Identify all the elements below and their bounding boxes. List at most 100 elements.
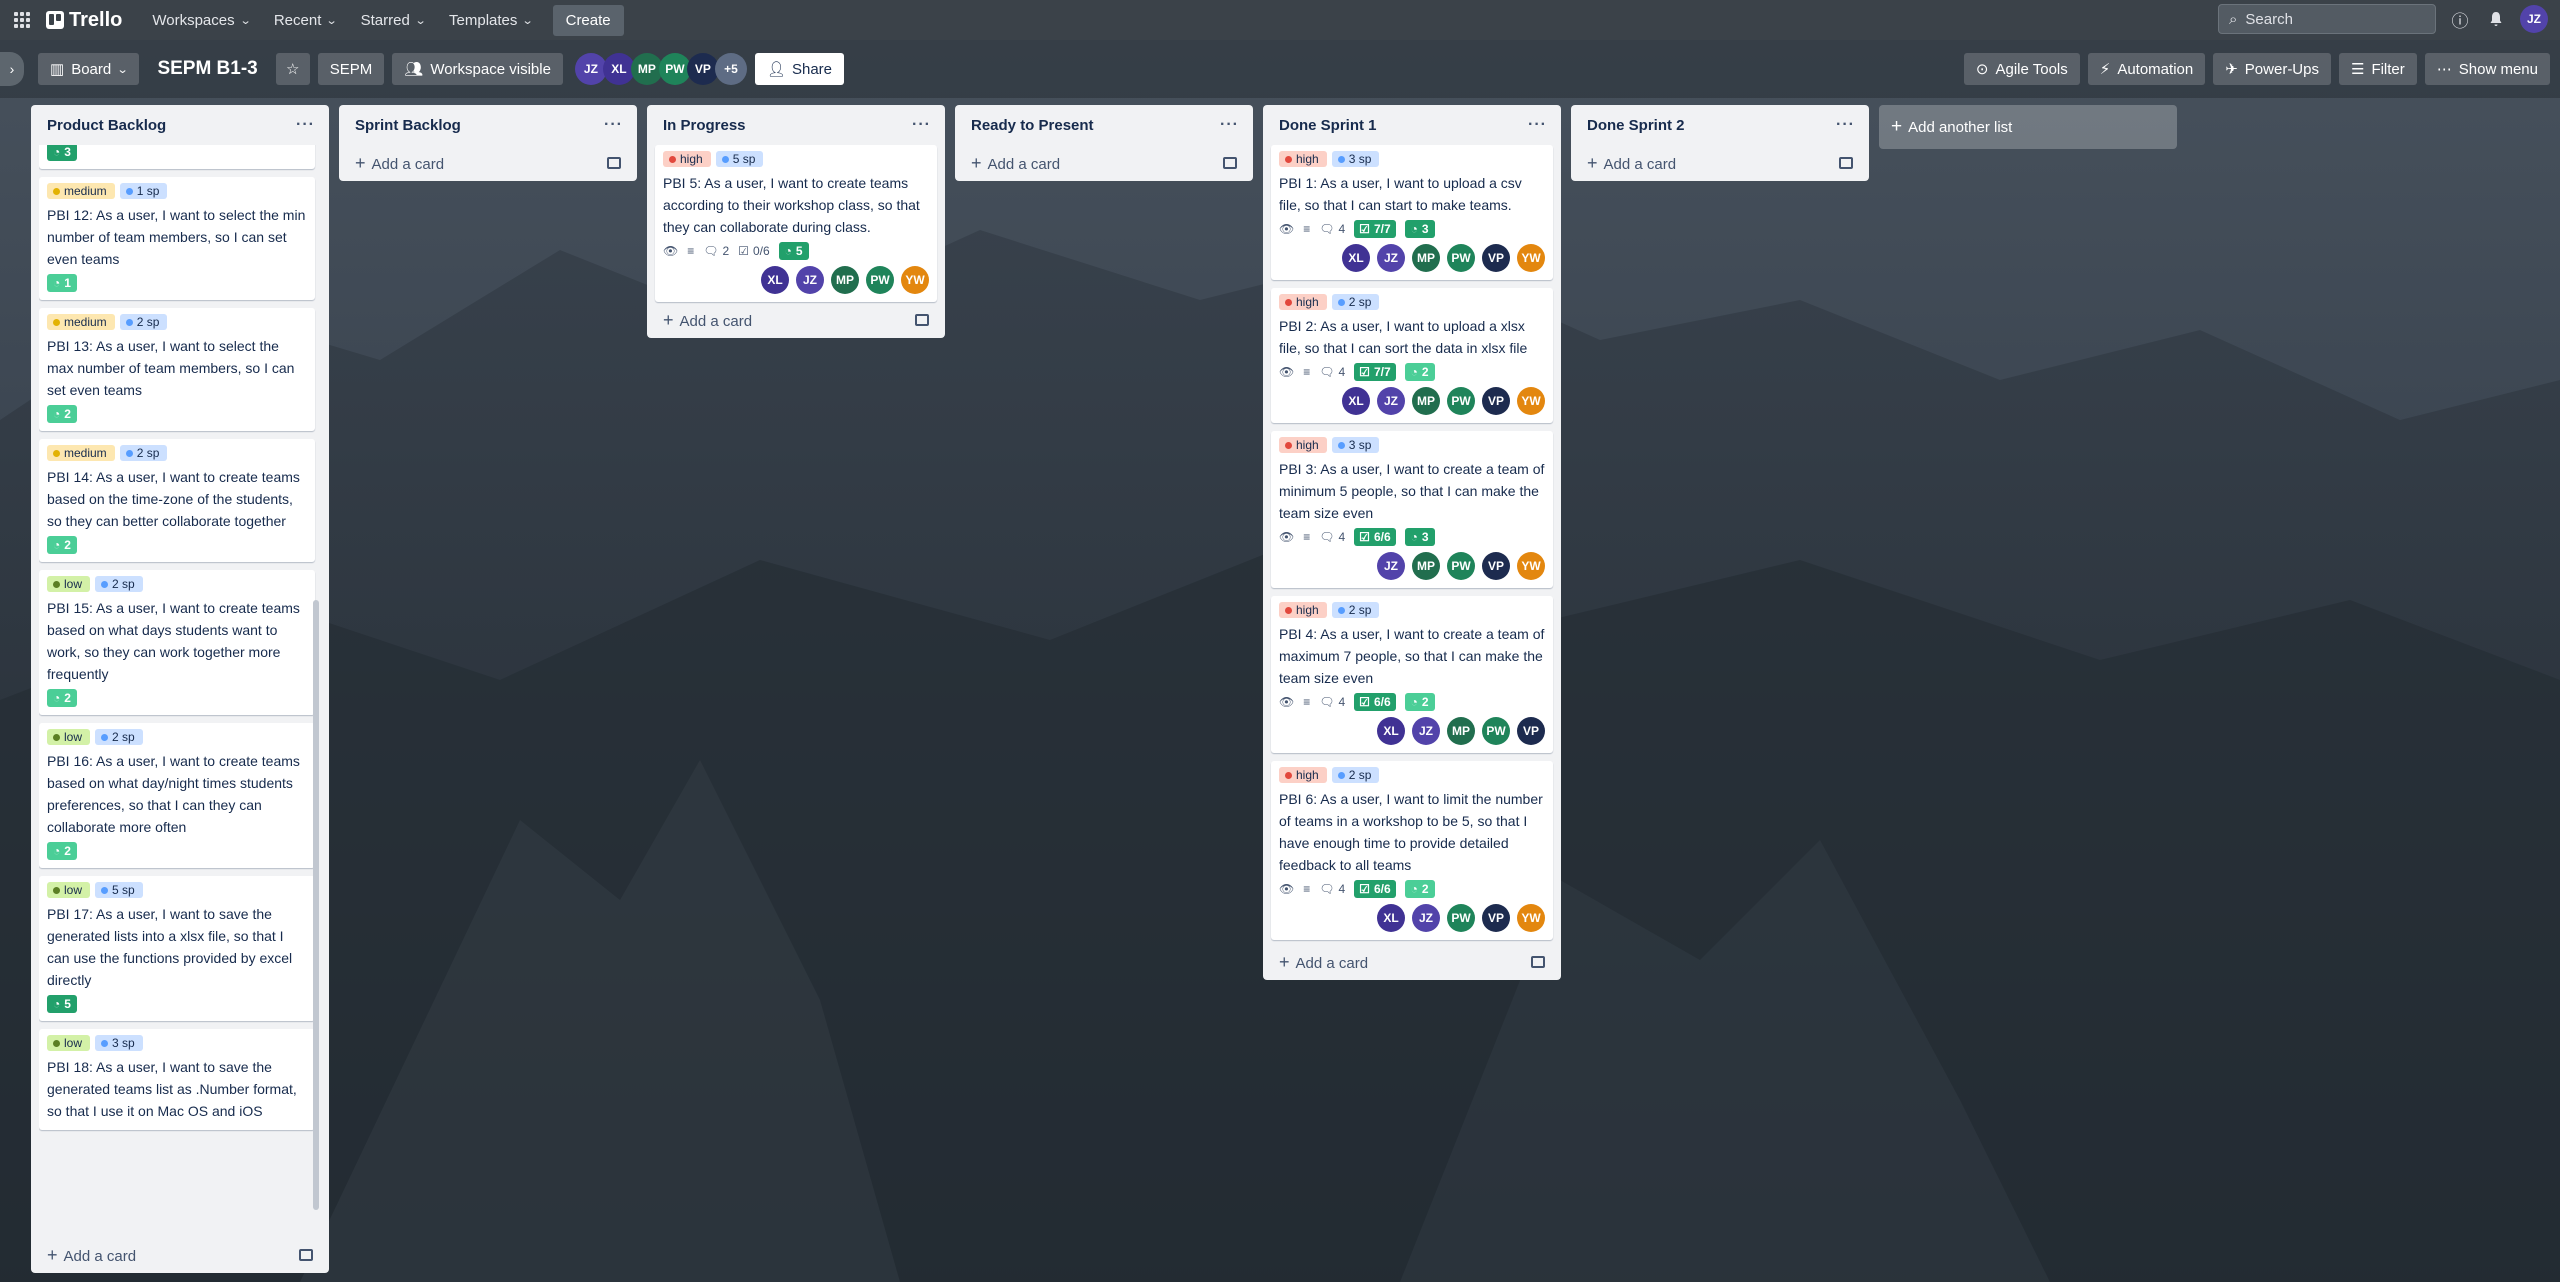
card-pbi-12[interactable]: medium 1 sp PBI 12: As a user, I want to… (39, 177, 315, 300)
member-avatar[interactable]: XL (1377, 717, 1405, 745)
member-avatar[interactable]: MP (1412, 387, 1440, 415)
add-card-button[interactable]: + Add a card (963, 145, 1245, 181)
list-menu-ellipsis-icon[interactable]: ··· (1220, 116, 1239, 134)
story-point-label[interactable]: 2 sp (119, 314, 168, 330)
powerups-button[interactable]: ✈︎ Power-Ups (2213, 53, 2331, 85)
visibility-button[interactable]: 👥︎ Workspace visible (392, 53, 563, 85)
recent-menu[interactable]: Recent ⌄ (262, 5, 349, 36)
card-template-icon[interactable] (915, 314, 929, 326)
add-card-button[interactable]: + Add a card (655, 302, 937, 338)
story-point-label[interactable]: 3 sp (1331, 151, 1380, 167)
member-avatar[interactable]: MP (1412, 552, 1440, 580)
story-point-label[interactable]: 2 sp (1331, 767, 1380, 783)
story-point-label[interactable]: 2 sp (95, 729, 143, 745)
trello-logo[interactable]: Trello (40, 9, 128, 32)
card-pbi-2[interactable]: high 2 sp PBI 2: As a user, I want to up… (1271, 288, 1553, 423)
add-card-button[interactable]: + Add a card (1579, 145, 1861, 181)
priority-label[interactable]: high (1279, 602, 1327, 618)
member-avatar[interactable]: JZ (1412, 717, 1440, 745)
priority-label[interactable]: low (47, 1035, 91, 1051)
story-point-label[interactable]: 1 sp (119, 183, 168, 199)
list-title[interactable]: Product Backlog (47, 117, 166, 134)
add-card-button[interactable]: + Add a card (347, 145, 629, 181)
priority-label[interactable]: high (663, 151, 711, 167)
card-pbi-15[interactable]: low 2 sp PBI 15: As a user, I want to cr… (39, 570, 315, 715)
card-template-icon[interactable] (1839, 157, 1853, 169)
member-avatar[interactable]: JZ (1377, 552, 1405, 580)
story-point-label[interactable]: 2 sp (1331, 294, 1380, 310)
notifications-bell-icon[interactable] (2484, 7, 2508, 31)
member-avatar[interactable]: PW (1482, 717, 1510, 745)
add-card-button[interactable]: + Add a card (39, 1237, 321, 1273)
member-avatar[interactable]: YW (1517, 244, 1545, 272)
member-avatar[interactable]: JZ (796, 266, 824, 294)
member-avatar[interactable]: VP (1482, 387, 1510, 415)
card-pbi-1[interactable]: high 3 sp PBI 1: As a user, I want to up… (1271, 145, 1553, 280)
member-avatar[interactable]: PW (1447, 904, 1475, 932)
card-pbi-4[interactable]: high 2 sp PBI 4: As a user, I want to cr… (1271, 596, 1553, 753)
member-avatar[interactable]: JZ (1412, 904, 1440, 932)
member-avatar[interactable]: VP (1482, 552, 1510, 580)
story-point-label[interactable]: 2 sp (1331, 602, 1380, 618)
list-title[interactable]: Done Sprint 2 (1587, 117, 1685, 134)
card-pbi-14[interactable]: medium 2 sp PBI 14: As a user, I want to… (39, 439, 315, 562)
list-menu-ellipsis-icon[interactable]: ··· (1836, 116, 1855, 134)
card-template-icon[interactable] (1223, 157, 1237, 169)
priority-label[interactable]: high (1279, 151, 1327, 167)
story-point-label[interactable]: 2 sp (119, 445, 168, 461)
board-title[interactable]: SEPM B1-3 (147, 58, 267, 80)
member-avatar[interactable]: JZ (1377, 387, 1405, 415)
list-menu-ellipsis-icon[interactable]: ··· (1528, 116, 1547, 134)
filter-button[interactable]: ☰ Filter (2338, 53, 2417, 85)
list-menu-ellipsis-icon[interactable]: ··· (912, 116, 931, 134)
priority-label[interactable]: low (47, 576, 91, 592)
priority-label[interactable]: medium (47, 314, 115, 330)
priority-label[interactable]: high (1279, 767, 1327, 783)
templates-menu[interactable]: Templates ⌄ (437, 5, 545, 36)
card-pbi-3[interactable]: high 3 sp PBI 3: As a user, I want to cr… (1271, 431, 1553, 588)
card-template-icon[interactable] (1531, 956, 1545, 968)
member-avatar[interactable]: PW (1447, 244, 1475, 272)
card-pbi-16[interactable]: low 2 sp PBI 16: As a user, I want to cr… (39, 723, 315, 868)
list-title[interactable]: Sprint Backlog (355, 117, 461, 134)
member-avatar[interactable]: JZ (1377, 244, 1405, 272)
member-avatar[interactable]: YW (901, 266, 929, 294)
member-avatar[interactable]: VP (1482, 904, 1510, 932)
workspace-button[interactable]: SEPM (317, 53, 385, 85)
card-pbi-6[interactable]: high 2 sp PBI 6: As a user, I want to li… (1271, 761, 1553, 940)
member-avatar[interactable]: VP (1517, 717, 1545, 745)
member-avatar[interactable]: PW (1447, 387, 1475, 415)
card-pbi-5[interactable]: high 5 sp PBI 5: As a user, I want to cr… (655, 145, 937, 302)
app-switcher-icon[interactable] (8, 6, 36, 34)
priority-label[interactable]: high (1279, 294, 1327, 310)
star-board-icon[interactable]: ☆ (275, 53, 310, 85)
card-pbi-18[interactable]: low 3 sp PBI 18: As a user, I want to sa… (39, 1029, 315, 1130)
board-view-switcher[interactable]: ▥ Board ⌄ (38, 53, 140, 85)
card-template-icon[interactable] (299, 1249, 313, 1261)
story-point-label[interactable]: 2 sp (95, 576, 143, 592)
share-button[interactable]: 👤︎ Share (754, 53, 844, 85)
priority-label[interactable]: high (1279, 437, 1327, 453)
workspaces-menu[interactable]: Workspaces ⌄ (140, 5, 261, 36)
sidebar-expand-chevron-icon[interactable]: › (0, 52, 24, 86)
card-pbi-11-partial[interactable]: ◔ 3 (39, 145, 315, 169)
story-point-label[interactable]: 5 sp (95, 882, 143, 898)
priority-label[interactable]: medium (47, 183, 115, 199)
agile-tools-button[interactable]: ⊙ Agile Tools (1963, 53, 2080, 85)
list-title[interactable]: In Progress (663, 117, 746, 134)
card-template-icon[interactable] (607, 157, 621, 169)
account-avatar[interactable]: JZ (2520, 5, 2548, 33)
more-members-button[interactable]: +5 (714, 53, 747, 85)
priority-label[interactable]: low (47, 729, 91, 745)
show-menu-button[interactable]: ⋯ Show menu (2424, 53, 2550, 85)
list-menu-ellipsis-icon[interactable]: ··· (604, 116, 623, 134)
member-avatar[interactable]: YW (1517, 904, 1545, 932)
info-icon[interactable]: ⓘ (2448, 7, 2472, 31)
list-cards-scroll[interactable]: ◔ 3 medium 1 sp PBI 12: As a user, I want… (39, 145, 321, 1237)
story-point-label[interactable]: 5 sp (715, 151, 764, 167)
story-point-label[interactable]: 3 sp (95, 1035, 143, 1051)
member-avatar[interactable]: MP (1447, 717, 1475, 745)
member-avatar[interactable]: PW (866, 266, 894, 294)
member-avatar[interactable]: XL (1342, 387, 1370, 415)
member-avatar[interactable]: MP (1412, 244, 1440, 272)
